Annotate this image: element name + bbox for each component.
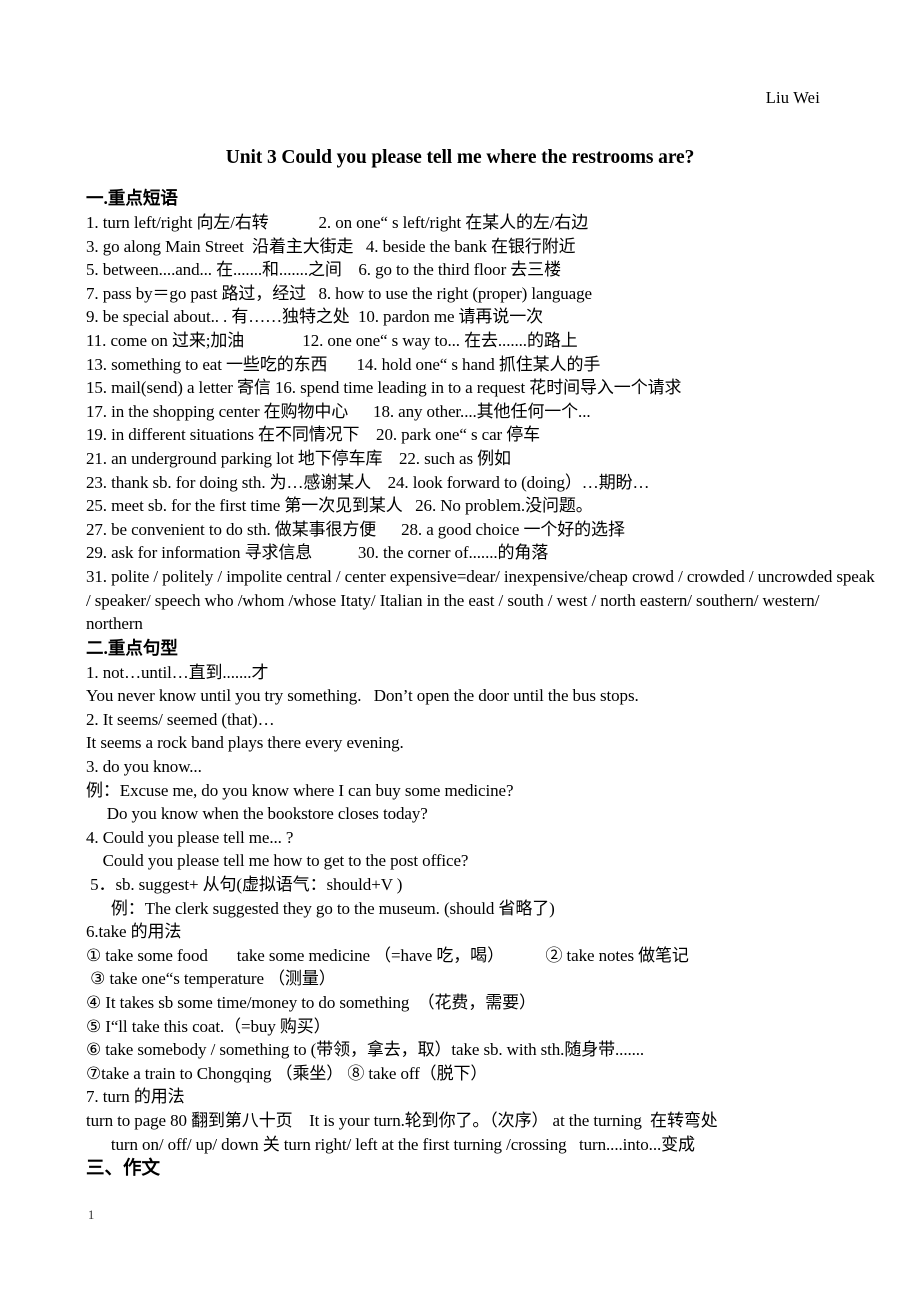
document-author-header: Liu Wei xyxy=(765,88,820,107)
turn-usage-line: turn to page 80 翻到第八十页 It is your turn.轮… xyxy=(86,1110,718,1130)
pattern-line: 4. Could you please tell me... ? xyxy=(86,827,294,847)
phrase-line: 27. be convenient to do sth. 做某事很方便 28. … xyxy=(86,519,625,539)
pattern-line: 5．sb. suggest+ 从句(虚拟语气：should+V ) xyxy=(86,875,403,895)
take-usage-line: ④ It takes sb some time/money to do some… xyxy=(86,993,536,1012)
phrase-line: 25. meet sb. for the first time 第一次见到某人 … xyxy=(86,496,593,516)
section-heading-take-usage: 6.take 的用法 xyxy=(86,922,182,942)
phrase-line: 9. be special about.. . 有……独特之处 10. pard… xyxy=(86,307,544,327)
take-usage-line: ⑤ I“ll take this coat.（=buy 购买） xyxy=(86,1016,331,1036)
turn-usage-line: turn on/ off/ up/ down 关 turn right/ lef… xyxy=(86,1134,695,1154)
phrase-line: 1. turn left/right 向左/右转 2. on one“ s le… xyxy=(86,213,589,232)
phrase-line: 5. between....and... 在.......和.......之间 … xyxy=(86,260,561,280)
pattern-line: 3. do you know... xyxy=(86,757,202,777)
pattern-example-line: 例：The clerk suggested they go to the mus… xyxy=(86,898,555,918)
phrase-line: 29. ask for information 寻求信息 30. the cor… xyxy=(86,543,549,563)
take-usage-line: ⑦take a train to Chongqing （乘坐） ⑧ take o… xyxy=(86,1063,488,1083)
phrase-line: 13. something to eat 一些吃的东西 14. hold one… xyxy=(86,354,601,374)
document-page: Liu Wei Unit 3 Could you please tell me … xyxy=(0,0,920,1302)
phrase-line: 19. in different situations 在不同情况下 20. p… xyxy=(86,425,541,445)
section-heading-turn-usage: 7. turn 的用法 xyxy=(86,1087,185,1107)
pattern-line: 2. It seems/ seemed (that)… xyxy=(86,709,275,729)
document-title: Unit 3 Could you please tell me where th… xyxy=(225,147,695,168)
phrase-line: 15. mail(send) a letter 寄信 16. spend tim… xyxy=(86,378,682,398)
pattern-line: It seems a rock band plays there every e… xyxy=(86,733,404,753)
section-heading-patterns: 二.重点句型 xyxy=(86,637,178,658)
pattern-example-line: Could you please tell me how to get to t… xyxy=(86,851,469,871)
take-usage-line: ③ take one“s temperature （测量） xyxy=(86,969,336,989)
document-body: 一.重点短语 1. turn left/right 向左/右转 2. on on… xyxy=(86,186,876,1183)
phrase-line: 11. come on 过来;加油 12. one one“ s way to.… xyxy=(86,330,578,350)
phrase-line: 17. in the shopping center 在购物中心 18. any… xyxy=(86,401,591,421)
phrase-line: 23. thank sb. for doing sth. 为…感谢某人 24. … xyxy=(86,472,650,492)
pattern-example-line: 例：Excuse me, do you know where I can buy… xyxy=(86,780,514,800)
pattern-line: 1. not…until…直到.......才 xyxy=(86,662,269,682)
take-usage-line: ⑥ take somebody / something to (带领，拿去，取）… xyxy=(86,1040,645,1060)
phrase-word-forms-line: 31. polite / politely / impolite central… xyxy=(86,566,875,634)
section-heading-composition: 三、作文 xyxy=(86,1159,161,1180)
phrase-line: 7. pass by＝go past 路过，经过 8. how to use t… xyxy=(86,283,592,303)
page-number: 1 xyxy=(88,1208,95,1222)
pattern-line: You never know until you try something. … xyxy=(86,686,639,706)
take-usage-line: ① take some food take some medicine （=ha… xyxy=(86,945,689,965)
section-heading-phrases: 一.重点短语 xyxy=(86,188,178,208)
phrase-line: 3. go along Main Street 沿着主大街走 4. beside… xyxy=(86,236,576,256)
pattern-example-line: Do you know when the bookstore closes to… xyxy=(86,804,428,824)
phrase-line: 21. an underground parking lot 地下停车库 22.… xyxy=(86,448,511,468)
